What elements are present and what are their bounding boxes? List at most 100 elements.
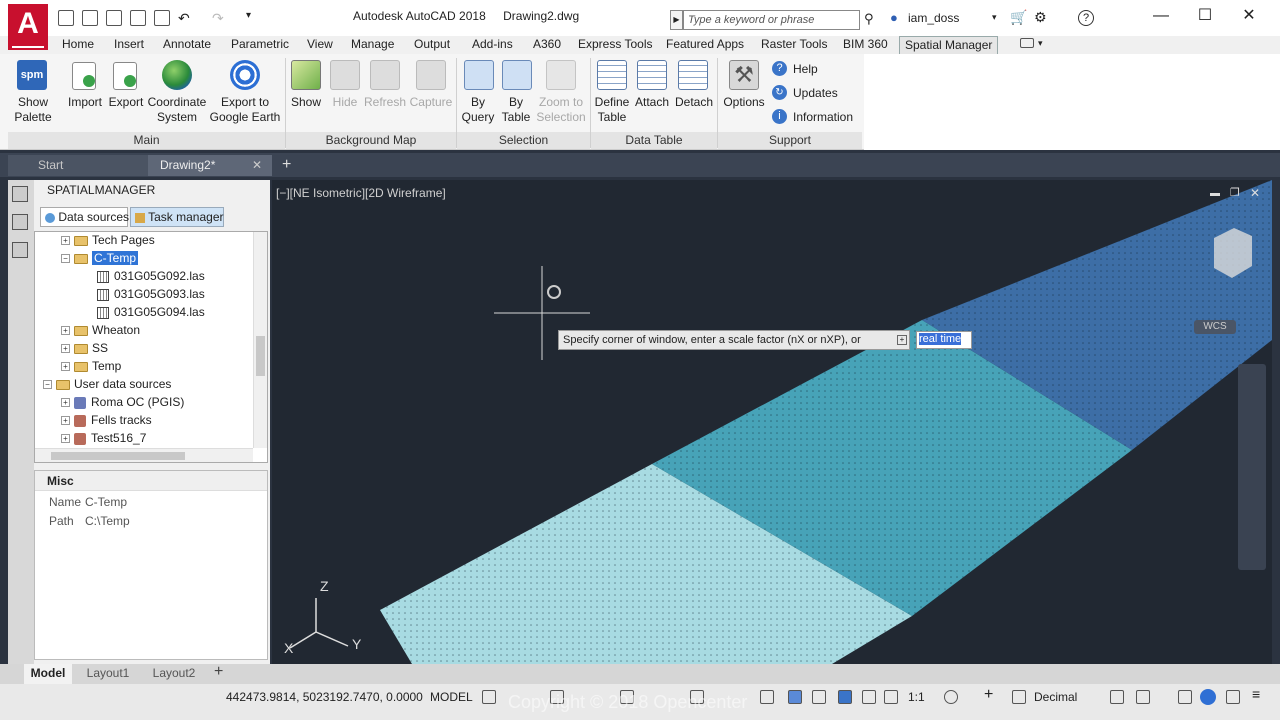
refresh-map-button[interactable]: Refresh (363, 95, 407, 110)
tab-annotate[interactable]: Annotate (163, 36, 211, 54)
export-icon[interactable] (113, 62, 137, 90)
by-query-button[interactable]: By Query (458, 95, 498, 125)
coordinate-readout[interactable]: 442473.9814, 5023192.7470, 0.0000 (226, 690, 423, 704)
help-circle-icon[interactable]: ? (772, 61, 787, 76)
detach-icon[interactable] (678, 60, 708, 90)
show-palette-button[interactable]: Show Palette (8, 95, 58, 125)
ribbon-minimize-icon[interactable] (1020, 38, 1034, 48)
customization-menu-icon[interactable]: ≡ (1252, 686, 1260, 702)
tree-item-selected[interactable]: − C-Temp (61, 250, 139, 268)
tab-a360[interactable]: A360 (533, 36, 561, 54)
viewport-controls-label[interactable]: [−][NE Isometric][2D Wireframe] (276, 186, 446, 200)
options-button[interactable]: Options (720, 95, 768, 110)
expand-icon[interactable]: + (61, 434, 70, 444)
minimize-icon[interactable]: — (1146, 6, 1176, 26)
globe-icon[interactable] (162, 60, 192, 90)
auto-scale-icon[interactable] (862, 690, 876, 704)
cart-icon[interactable]: 🛒 (1010, 9, 1027, 26)
export-button[interactable]: Export (105, 95, 147, 110)
tab-featured-apps[interactable]: Featured Apps (666, 36, 744, 54)
google-earth-icon[interactable] (230, 60, 260, 90)
binoculars-icon[interactable]: ⚲ (864, 11, 874, 27)
name-value[interactable]: C-Temp (85, 495, 127, 509)
by-query-icon[interactable] (464, 60, 494, 90)
user-dropdown-icon[interactable]: ▾ (992, 12, 997, 23)
grid-icon[interactable] (482, 690, 496, 704)
options-icon[interactable]: ⚒ (729, 60, 759, 90)
tree-vertical-scrollbar[interactable] (253, 232, 267, 448)
detach-button[interactable]: Detach (673, 95, 715, 110)
selection-cycling-icon[interactable] (812, 690, 826, 704)
plot-icon[interactable] (154, 10, 170, 26)
tab-drawing2[interactable]: Drawing2* ✕ (148, 155, 272, 176)
layers-icon[interactable] (12, 186, 28, 202)
search-expand-icon[interactable]: ▶ (670, 10, 683, 30)
save-icon[interactable] (106, 10, 122, 26)
user-name[interactable]: iam_doss (908, 11, 959, 25)
navigation-bar[interactable] (1238, 364, 1266, 570)
wcs-menu[interactable]: WCS (1194, 320, 1236, 334)
expand-icon[interactable]: + (61, 236, 70, 246)
expand-icon[interactable]: + (61, 416, 70, 426)
undo-icon[interactable]: ↶ (178, 10, 190, 27)
capture-map-button[interactable]: Capture (407, 95, 455, 110)
tree-item[interactable]: + Fells tracks (61, 412, 152, 430)
tab-bim-360[interactable]: BIM 360 (843, 36, 888, 54)
model-space-toggle[interactable]: MODEL (430, 690, 473, 704)
tree-item[interactable]: + Roma OC (PGIS) (61, 394, 184, 412)
new-icon[interactable] (58, 10, 74, 26)
open-icon[interactable] (82, 10, 98, 26)
viewport-minimize-icon[interactable]: ▬ (1210, 188, 1220, 199)
expand-icon[interactable]: + (61, 398, 70, 408)
tree-item[interactable]: 031G05G093.las (97, 286, 205, 304)
show-map-button[interactable]: Show (288, 95, 324, 110)
save-as-icon[interactable] (130, 10, 146, 26)
import-button[interactable]: Import (64, 95, 106, 110)
quick-properties-icon[interactable] (1110, 690, 1124, 704)
lock-ui-icon[interactable] (1136, 690, 1150, 704)
annotation-scale-icon[interactable] (884, 690, 898, 704)
graphics-performance-icon[interactable] (1178, 690, 1192, 704)
expand-icon[interactable]: + (61, 326, 70, 336)
tab-layout2[interactable]: Layout2 (144, 664, 204, 684)
export-google-earth-button[interactable]: Export to Google Earth (208, 95, 282, 125)
by-table-icon[interactable] (502, 60, 532, 90)
tab-data-sources[interactable]: Data sources (40, 207, 129, 227)
coordinate-system-button[interactable]: Coordinate System (146, 95, 208, 125)
information-icon[interactable]: i (772, 109, 787, 124)
tree-horizontal-scrollbar[interactable] (35, 448, 253, 462)
updates-icon[interactable]: ↻ (772, 85, 787, 100)
updates-button[interactable]: Updates (793, 86, 838, 100)
hardware-acceleration-icon[interactable] (1200, 689, 1216, 705)
prompt-options-icon[interactable]: + (897, 335, 907, 345)
maximize-icon[interactable]: ☐ (1190, 6, 1220, 26)
tree-item[interactable]: 031G05G092.las (97, 268, 205, 286)
tab-raster-tools[interactable]: Raster Tools (761, 36, 827, 54)
tab-home[interactable]: Home (62, 36, 94, 54)
tree-item[interactable]: + Tech Pages (61, 232, 155, 250)
tab-parametric[interactable]: Parametric (231, 36, 289, 54)
lineweight-icon[interactable] (760, 690, 774, 704)
data-sources-tree[interactable]: + Tech Pages − C-Temp 031G05G092.las 031G0… (34, 231, 268, 463)
collapse-icon[interactable]: − (61, 254, 70, 264)
define-table-icon[interactable] (597, 60, 627, 90)
tab-view[interactable]: View (307, 36, 333, 54)
new-tab-icon[interactable]: + (282, 156, 291, 174)
tab-model[interactable]: Model (24, 664, 72, 684)
ribbon-options-dropdown-icon[interactable]: ▾ (1038, 38, 1043, 49)
isolate-icon[interactable] (1012, 690, 1026, 704)
information-button[interactable]: Information (793, 110, 853, 124)
tree-item[interactable]: + Test516_7 (61, 430, 146, 448)
tree-item[interactable]: + Wheaton (61, 322, 140, 340)
tab-spatial-manager[interactable]: Spatial Manager (899, 36, 999, 54)
expand-icon[interactable]: + (61, 362, 70, 372)
qat-dropdown-icon[interactable]: ▾ (246, 10, 251, 21)
units-dropdown[interactable]: Decimal (1034, 690, 1077, 704)
tree-item[interactable]: 031G05G094.las (97, 304, 205, 322)
workspace-gear-icon[interactable] (944, 690, 958, 704)
drawing-viewport[interactable] (272, 180, 1272, 664)
map-show-icon[interactable] (291, 60, 321, 90)
zoom-to-selection-button[interactable]: Zoom to Selection (534, 95, 588, 125)
search-input[interactable]: Type a keyword or phrase (683, 10, 860, 30)
path-value[interactable]: C:\Temp (85, 514, 130, 528)
